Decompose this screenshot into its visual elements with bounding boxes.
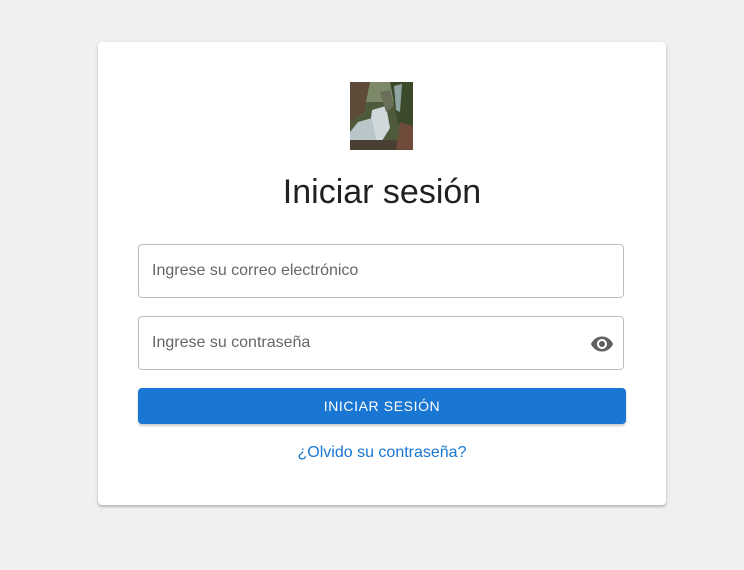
- eye-icon[interactable]: [590, 332, 614, 356]
- password-field[interactable]: [152, 317, 582, 369]
- password-field-container: [138, 316, 624, 370]
- login-card: Iniciar sesión INICIAR SESIÓN ¿Olvido su…: [98, 42, 666, 505]
- forgot-password-link[interactable]: ¿Olvido su contraseña?: [98, 442, 666, 464]
- login-button[interactable]: INICIAR SESIÓN: [138, 388, 626, 424]
- logo-image: [350, 82, 413, 150]
- waterfall-image: [350, 82, 413, 150]
- page-title: Iniciar sesión: [282, 173, 482, 211]
- email-field-container: [138, 244, 624, 298]
- email-field[interactable]: [152, 245, 582, 297]
